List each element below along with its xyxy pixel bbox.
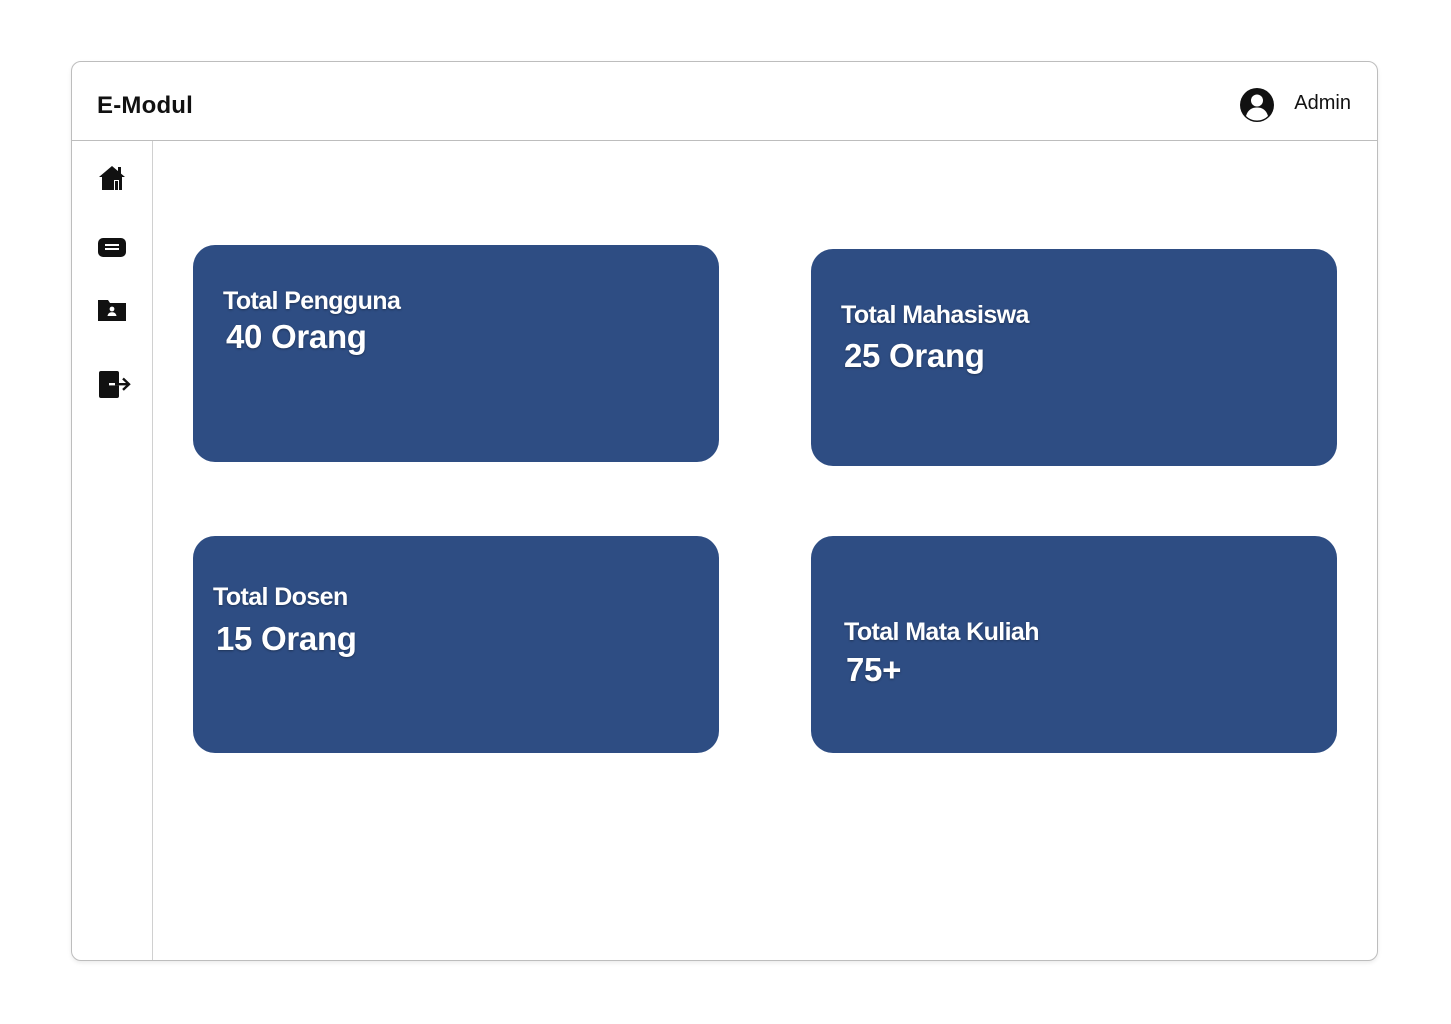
user-name: Admin	[1294, 91, 1351, 114]
sidebar	[72, 141, 153, 960]
sidebar-item-logout[interactable]	[97, 369, 131, 403]
logout-icon	[97, 368, 131, 405]
user-folder-icon	[97, 295, 127, 330]
sidebar-item-users[interactable]	[97, 295, 131, 329]
stat-label: Total Pengguna	[223, 287, 401, 315]
stat-card-total-dosen: Total Dosen 15 Orang	[193, 536, 719, 753]
sidebar-item-messages[interactable]	[97, 232, 131, 266]
brand-title: E-Modul	[97, 92, 194, 119]
stat-value: 75+	[846, 651, 902, 688]
home-icon	[97, 163, 127, 198]
stat-label: Total Mata Kuliah	[844, 618, 1040, 646]
app-window: E-Modul Admin Total Pengguna 40 Orang To…	[71, 61, 1378, 961]
top-bar: E-Modul Admin	[72, 62, 1377, 141]
sidebar-item-home[interactable]	[97, 163, 131, 197]
stat-value: 25 Orang	[844, 337, 985, 374]
user-circle-icon	[1239, 87, 1275, 123]
stat-card-total-mahasiswa: Total Mahasiswa 25 Orang	[811, 249, 1337, 466]
stat-value: 40 Orang	[226, 318, 367, 355]
stat-label: Total Mahasiswa	[841, 301, 1029, 329]
stat-label: Total Dosen	[213, 583, 348, 611]
message-icon	[97, 232, 127, 267]
user-menu[interactable]: Admin	[1239, 87, 1351, 123]
stat-card-total-pengguna: Total Pengguna 40 Orang	[193, 245, 719, 462]
stat-card-total-mata-kuliah: Total Mata Kuliah 75+	[811, 536, 1337, 753]
stat-value: 15 Orang	[216, 620, 357, 657]
